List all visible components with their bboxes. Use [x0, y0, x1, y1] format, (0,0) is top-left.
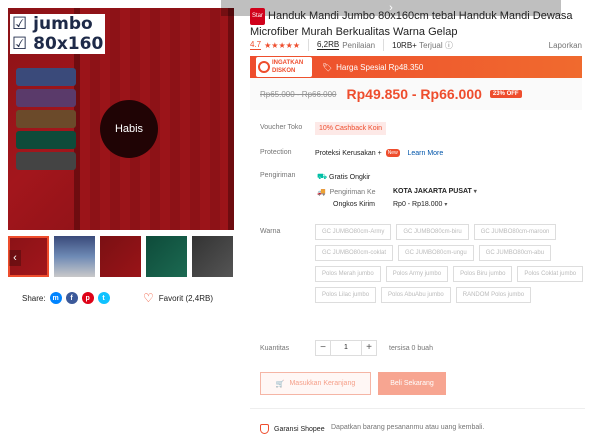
towel-stack [16, 68, 76, 188]
shield-icon [260, 424, 269, 434]
variant-option[interactable]: Polos Lilac jumbo [315, 287, 377, 303]
discount-badge: 23% OFF [489, 90, 522, 98]
messenger-icon[interactable]: m [49, 292, 62, 304]
quantity-stepper: − 1 + tersisa 0 buah [315, 340, 433, 356]
stock-text: tersisa 0 buah [389, 344, 433, 352]
sold-count: 10RB+ [392, 40, 417, 50]
sold-out-badge: Habis [100, 100, 158, 158]
truck-icon: 🚚 [317, 189, 326, 196]
add-to-cart-button[interactable]: 🛒 Masukkan Keranjang [260, 372, 371, 395]
ship-to-label: Pengiriman Ke [329, 189, 376, 196]
cashback-voucher[interactable]: 10% Cashback Koin [315, 122, 387, 135]
ship-to-row: 🚚 Pengiriman Ke [317, 188, 376, 196]
chevron-left-icon[interactable]: ‹ [9, 250, 21, 266]
variant-option[interactable]: GC JUMBO80cm-maroon [473, 224, 557, 240]
variant-option[interactable]: Polos Army jumbo [385, 266, 449, 282]
variant-option[interactable]: RANDOM Polos jumbo [455, 287, 532, 303]
ship-to-selector[interactable]: KOTA JAKARTA PUSAT ▾ [393, 188, 477, 195]
star-rating-icon: ★★★★★ [264, 40, 300, 50]
guarantee-label: Garansi Shopee [274, 425, 325, 433]
brand-label: ☑ jumbo ☑ 80x160 [10, 14, 106, 54]
thumbnail-2[interactable] [54, 236, 95, 277]
flash-sale-bar: INGATKAN DISKON 🏷 Harga Spesial Rp48.350 [250, 56, 582, 78]
add-to-cart-label: Masukkan Keranjang [289, 380, 356, 387]
guarantee-row[interactable]: Garansi Shopee [260, 424, 325, 434]
thumbnail-5[interactable] [192, 236, 233, 277]
protection-label: Protection [260, 149, 292, 156]
product-main-image[interactable]: ☑ jumbo ☑ 80x160 Habis [8, 8, 234, 230]
star-seller-badge: Star [250, 8, 266, 25]
shipping-cost-value: Rp0 - Rp18.000 [393, 201, 443, 208]
increase-button[interactable]: + [361, 340, 377, 356]
shipping-cost-label: Ongkos Kirim [333, 201, 376, 208]
divider [250, 408, 585, 409]
brand-line2: 80x160 [33, 34, 104, 54]
rating-value[interactable]: 4.7 [250, 40, 262, 50]
special-price-text: Harga Spesial Rp48.350 [336, 62, 424, 72]
thumbnail-3[interactable] [100, 236, 141, 277]
facebook-icon[interactable]: f [65, 292, 78, 304]
thumbnail-strip [8, 236, 234, 278]
pinterest-icon[interactable]: p [81, 292, 94, 304]
learn-more-link[interactable]: Learn More [407, 150, 443, 157]
favorite-button[interactable]: ♡ Favorit (2,4RB) [143, 291, 213, 305]
thumbnail-4[interactable] [146, 236, 187, 277]
rating-row: 4.7 ★★★★★ 6,2RB Penilaian 10RB+ Terjual … [250, 39, 582, 51]
favorite-label: Favorit (2,4RB) [158, 293, 213, 303]
ratings-count[interactable]: 6,2RB [316, 40, 340, 50]
brand-line1: jumbo [33, 14, 93, 34]
variant-option[interactable]: GC JUMBO80cm-ungu [398, 245, 474, 261]
buy-now-button[interactable]: Beli Sekarang [378, 372, 446, 395]
remind-discount-badge[interactable]: INGATKAN DISKON [256, 57, 312, 77]
variant-label: Warna [260, 228, 281, 235]
report-link[interactable]: Laporkan [549, 41, 582, 50]
voucher-label: Voucher Toko [260, 124, 303, 131]
variant-option[interactable]: GC JUMBO80cm-Army [315, 224, 392, 240]
badge-line1: INGATKAN [272, 60, 304, 66]
sold-label: Terjual [419, 40, 443, 50]
quantity-input[interactable]: 1 [331, 340, 361, 356]
chevron-down-icon: ▾ [444, 202, 448, 208]
free-shipping-text: Gratis Ongkir [329, 174, 371, 181]
protection-value: Proteksi Kerusakan + New Learn More [315, 149, 443, 157]
price-box: Rp65.000 - Rp66.000 Rp49.850 - Rp66.000 … [250, 78, 582, 110]
original-price: Rp65.000 - Rp66.000 [260, 89, 337, 99]
share-label: Share: [22, 293, 46, 303]
free-shipping: ⛟ Gratis Ongkir [317, 172, 370, 182]
protection-text: Proteksi Kerusakan + [315, 150, 382, 157]
variant-option[interactable]: Polos Coklat jumbo [517, 266, 584, 282]
variant-option[interactable]: GC JUMBO80cm-coklat [315, 245, 394, 261]
shipping-label: Pengiriman [260, 172, 296, 179]
variant-option[interactable]: Polos AbuAbu jumbo [381, 287, 451, 303]
tag-icon: 🏷 [322, 62, 333, 72]
variant-option[interactable]: Polos Biru jumbo [453, 266, 513, 282]
product-title: Star Handuk Mandi Jumbo 80x160cm tebal Ha… [250, 8, 586, 40]
variant-option[interactable]: Polos Merah jumbo [315, 266, 381, 282]
current-price: Rp49.850 - Rp66.000 [346, 86, 482, 102]
info-icon[interactable]: ⓘ [443, 40, 453, 51]
free-shipping-icon: ⛟ [317, 172, 328, 181]
heart-icon: ♡ [143, 291, 154, 305]
chevron-down-icon: ▾ [473, 189, 477, 195]
ship-to-value: KOTA JAKARTA PUSAT [393, 188, 472, 195]
clock-icon [258, 61, 270, 73]
new-badge: New [385, 149, 400, 157]
ratings-label: Penilaian [342, 40, 376, 50]
decrease-button[interactable]: − [315, 340, 331, 356]
share-row: Share: m f p t [22, 292, 110, 304]
shipping-cost-selector[interactable]: Rp0 - Rp18.000 ▾ [393, 201, 447, 208]
cart-icon: 🛒 [275, 380, 285, 388]
variant-option[interactable]: GC JUMBO80cm-biru [396, 224, 469, 240]
twitter-icon[interactable]: t [97, 292, 110, 304]
title-text: Handuk Mandi Jumbo 80x160cm tebal Handuk… [250, 10, 573, 38]
variant-option[interactable]: GC JUMBO80cm-abu [478, 245, 552, 261]
guarantee-description: Dapatkan barang pesananmu atau uang kemb… [331, 424, 485, 431]
quantity-label: Kuantitas [260, 345, 290, 352]
badge-line2: DISKON [272, 68, 296, 74]
variant-options: GC JUMBO80cm-Army GC JUMBO80cm-biru GC JUM… [315, 224, 585, 303]
